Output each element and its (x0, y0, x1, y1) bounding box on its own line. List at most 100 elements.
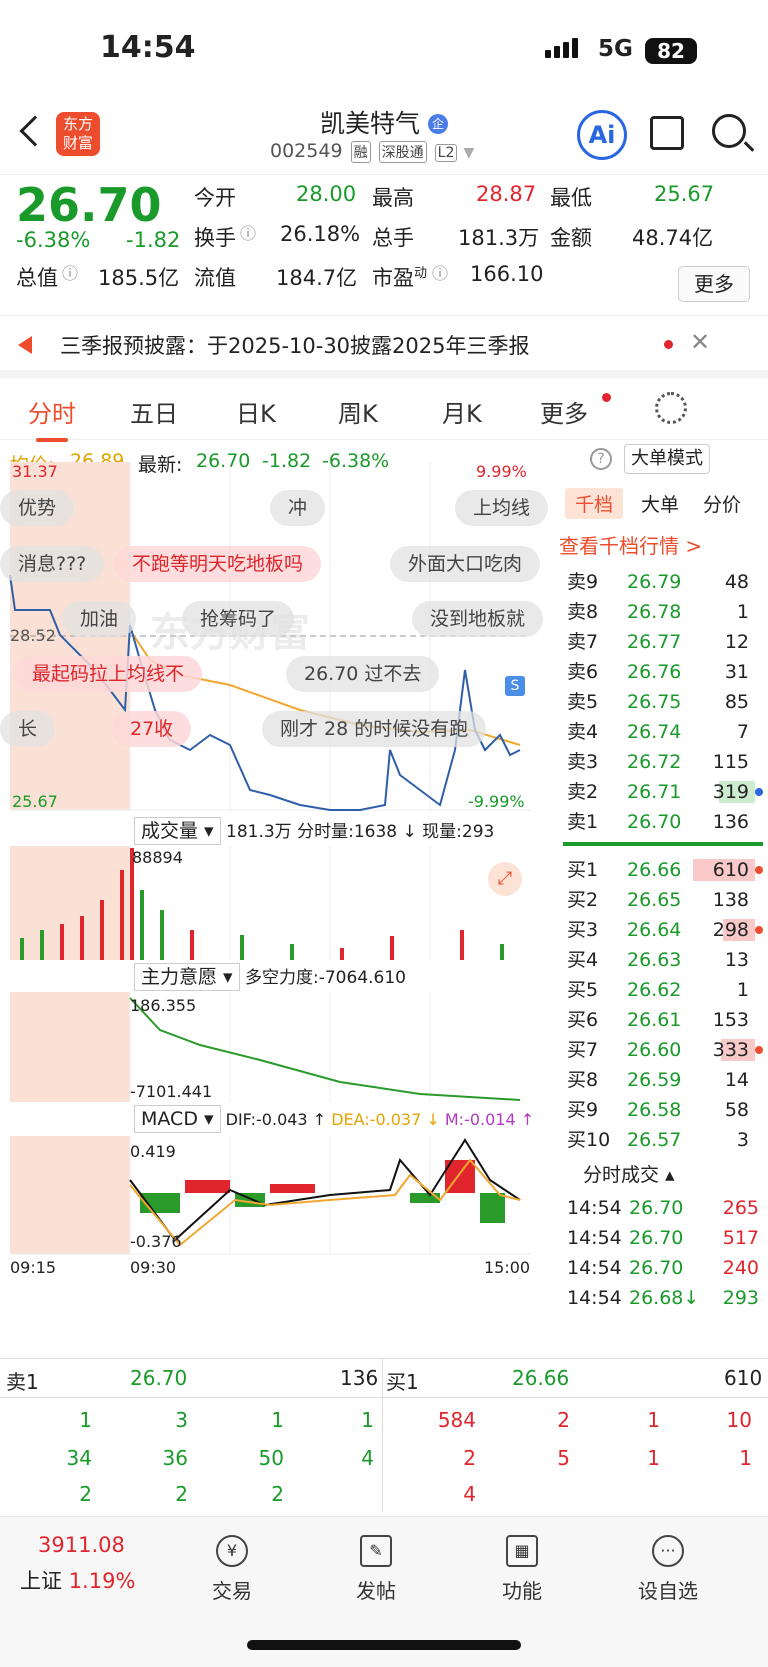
ask-row-7[interactable]: 卖7 26.77 12 (563, 626, 763, 658)
bid-row-1[interactable]: 买1 26.66 610 (563, 854, 763, 886)
buy-queue-item: 1 (739, 1446, 752, 1470)
buy-queue-item: 1 (647, 1408, 660, 1432)
danmaku-item[interactable]: 上均线 (455, 490, 549, 526)
danmaku-item[interactable]: 不跑等明天吃地板吗 (114, 546, 322, 582)
sell-queue-item: 1 (79, 1408, 92, 1432)
ask-row-2[interactable]: 卖2 26.71 319 (563, 776, 763, 808)
intraday-charts[interactable] (0, 460, 535, 1280)
search-icon[interactable] (712, 114, 746, 148)
danmaku-item[interactable]: 外面大口吃肉 (390, 546, 541, 582)
sell-queue-item: 2 (79, 1482, 92, 1506)
stock-header: 东方财富 凯美特气 企 002549 融 深股通 L2 ▼ Ai (0, 100, 768, 175)
more-button[interactable]: 更多 (678, 266, 750, 302)
sell-queue-item: 1 (271, 1408, 284, 1432)
tab-daily-k[interactable]: 日K (236, 394, 276, 429)
total-cap: 185.5亿 (98, 266, 180, 290)
danmaku-item[interactable]: 26.70 过不去 (286, 656, 440, 692)
danmaku-item[interactable]: 优势 (0, 490, 75, 526)
force-header: 主力意愿 ▾ 多空力度:-7064.610 (134, 962, 406, 991)
bid-row-7[interactable]: 买7 26.60 333 (563, 1034, 763, 1066)
amount-label: 金额 (550, 226, 592, 250)
index-ticker[interactable]: 3911.08 上证 1.19% (20, 1533, 160, 1595)
bid-row-9[interactable]: 买9 26.58 58 (563, 1094, 763, 1126)
bid-row-4[interactable]: 买4 26.63 13 (563, 944, 763, 976)
ask-row-4[interactable]: 卖4 26.74 7 (563, 716, 763, 748)
force-selector[interactable]: 主力意愿 ▾ (134, 963, 240, 991)
share-icon[interactable] (650, 116, 684, 150)
network-label: 5G (598, 36, 633, 62)
stock-name: 凯美特气 (320, 109, 421, 138)
tag-margin: 融 (350, 141, 371, 163)
bid-row-8[interactable]: 买8 26.59 14 (563, 1064, 763, 1096)
macd-selector[interactable]: MACD ▾ (134, 1105, 221, 1133)
danmaku-item[interactable]: 消息??? (0, 546, 105, 582)
bid-row-2[interactable]: 买2 26.65 138 (563, 884, 763, 916)
ask-row-5[interactable]: 卖5 26.75 85 (563, 686, 763, 718)
add-watchlist-button[interactable]: ··· 设自选 (618, 1535, 718, 1604)
sell1-price: 26.70 (130, 1366, 188, 1390)
high-value: 28.87 (476, 182, 537, 206)
expand-icon[interactable]: ⤢ (488, 862, 522, 896)
tab-depth[interactable]: 千档 (565, 488, 624, 519)
signal-icon (545, 38, 581, 58)
danmaku-item[interactable]: 没到地板就 (412, 601, 544, 637)
danmaku-item[interactable]: 冲 (270, 490, 326, 526)
buy1-label: 买1 (386, 1370, 419, 1394)
volume-selector[interactable]: 成交量 ▾ (134, 817, 221, 845)
tab-more[interactable]: 更多 (540, 394, 588, 429)
edit-icon: ✎ (360, 1535, 392, 1567)
tab-intraday[interactable]: 分时 (28, 394, 76, 442)
danmaku-item[interactable]: 最起码拉上均线不 (14, 656, 203, 692)
tab-monthly-k[interactable]: 月K (442, 394, 482, 429)
macd-m: M:-0.014 ↑ (444, 1110, 535, 1129)
marker-s-icon[interactable]: S (505, 676, 525, 696)
stock-code-line[interactable]: 002549 融 深股通 L2 ▼ (270, 140, 474, 163)
info-icon[interactable]: ⓘ (240, 220, 256, 244)
bid-row-3[interactable]: 买3 26.64 298 (563, 914, 763, 946)
ask-row-6[interactable]: 卖6 26.76 31 (563, 656, 763, 688)
ask-row-9[interactable]: 卖9 26.79 48 (563, 566, 763, 598)
tick-row: 14:54 26.70 517 (567, 1227, 759, 1249)
ask-row-8[interactable]: 卖8 26.78 1 (563, 596, 763, 628)
danmaku-item[interactable]: 长 (0, 711, 56, 747)
bid-row-6[interactable]: 买6 26.61 153 (563, 1004, 763, 1036)
ask-row-1[interactable]: 卖1 26.70 136 (563, 806, 763, 838)
settings-gear-icon[interactable] (655, 392, 687, 424)
time-start: 09:15 (10, 1258, 57, 1277)
view-depth-link[interactable]: 查看千档行情 > (559, 530, 702, 559)
trade-button[interactable]: ¥ 交易 (182, 1535, 282, 1604)
macd-header: MACD ▾ DIF:-0.043 ↑ DEA:-0.037 ↓ M:-0.01… (134, 1105, 535, 1133)
time-close: 15:00 (484, 1258, 531, 1277)
functions-button[interactable]: ▦ 功能 (472, 1535, 572, 1604)
help-icon[interactable]: ? (590, 448, 612, 470)
danmaku-item[interactable]: 抢筹码了 (182, 601, 295, 637)
sell-queue-item: 3 (175, 1408, 188, 1432)
danmaku-item[interactable]: 刚才 28 的时候没有跑 (262, 711, 487, 747)
tab-weekly-k[interactable]: 周K (338, 394, 378, 429)
tick-title[interactable]: 分时成交 ▴ (583, 1160, 675, 1187)
close-icon[interactable]: ✕ (690, 328, 710, 356)
ai-button[interactable]: Ai (577, 110, 627, 160)
danmaku-item[interactable]: 加油 (62, 601, 137, 637)
open-value: 28.00 (296, 182, 357, 206)
volume-header: 成交量 ▾ 181.3万 分时量:1638 ↓ 现量:293 (134, 816, 494, 845)
info-icon[interactable]: ⓘ (432, 260, 448, 284)
announcement-bar[interactable]: 三季报预披露：于2025-10-30披露2025年三季报 ✕ (0, 316, 768, 378)
volume-max-label: 88894 (132, 848, 183, 867)
pre-market-shade (10, 1136, 130, 1254)
post-button[interactable]: ✎ 发帖 (326, 1535, 426, 1604)
tab-big-order[interactable]: 大单 (641, 490, 679, 517)
order-book: 千档 大单 分价 查看千档行情 > 卖9 26.79 48 卖8 26.78 1 卖7 2… (559, 488, 768, 1348)
index-change: 1.19% (68, 1569, 136, 1593)
danmaku-item[interactable]: 27收 (112, 711, 192, 747)
minute-volume: 1638 (353, 822, 398, 842)
bid-row-10[interactable]: 买10 26.57 3 (563, 1124, 763, 1156)
tab-five-day[interactable]: 五日 (130, 394, 178, 429)
buy-queue-item: 1 (647, 1446, 660, 1470)
tab-price-dist[interactable]: 分价 (703, 490, 741, 517)
ask-row-3[interactable]: 卖3 26.72 115 (563, 746, 763, 778)
bid-row-5[interactable]: 买5 26.62 1 (563, 974, 763, 1006)
info-icon[interactable]: ⓘ (62, 260, 78, 284)
big-order-mode-button[interactable]: 大单模式 (624, 444, 710, 474)
buy-queue-item: 10 (726, 1408, 752, 1432)
